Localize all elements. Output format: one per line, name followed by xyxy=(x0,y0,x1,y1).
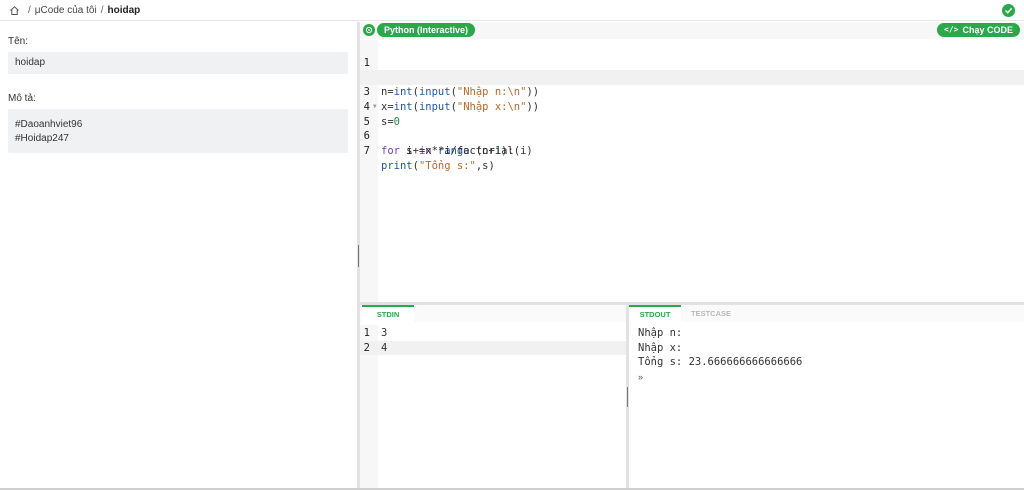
breadcrumb-item-my-code[interactable]: μCode của tôi xyxy=(35,5,97,16)
stdout-line: Tổng s: 23.666666666666666 xyxy=(638,356,803,369)
resize-grip[interactable] xyxy=(627,387,628,407)
home-icon[interactable] xyxy=(9,5,20,16)
code-text: print("Tổng s:",s) xyxy=(381,159,495,172)
run-code-button[interactable]: </> Chạy CODE xyxy=(937,23,1020,37)
check-circle-icon xyxy=(1002,4,1015,17)
code-line[interactable]: 7 print("Tổng s:",s) xyxy=(360,129,1024,172)
breadcrumb-current: hoidap xyxy=(107,4,141,16)
language-selector[interactable]: Python (Interactive) xyxy=(363,23,476,37)
project-info-panel: Tên: hoidap Mô tả: #Daoanhviet96 #Hoidap… xyxy=(0,22,357,490)
stdin-value: 3 xyxy=(381,327,388,339)
code-line[interactable]: 4 s=0 xyxy=(360,85,1024,128)
line-number: 7 xyxy=(363,144,370,157)
output-tabs: STDOUT TESTCASE xyxy=(629,305,1024,322)
editor-toolbar: Python (Interactive) </> Chạy CODE xyxy=(360,22,1024,39)
breadcrumb-separator: / xyxy=(100,4,104,16)
code-line[interactable]: 3 x=int(input("Nhập x:\n")) xyxy=(360,70,1024,113)
code-line[interactable]: 1 from math import factorial xyxy=(360,41,1024,84)
name-field[interactable]: hoidap xyxy=(8,52,348,74)
code-line[interactable]: 2 n=int(input("Nhập n:\n")) xyxy=(360,56,1024,98)
description-label: Mô tả: xyxy=(8,93,36,104)
code-icon: </> xyxy=(944,25,959,34)
breadcrumb-separator: / xyxy=(28,4,31,16)
code-line[interactable]: 5 ▼ for i in range (n+1): xyxy=(360,100,1024,157)
stdout-line: Nhập x: xyxy=(638,341,683,354)
stdin-panel[interactable]: STDIN 1 3 2 4 xyxy=(360,305,626,490)
description-line: #Hoidap247 xyxy=(15,133,69,144)
stdin-tabs: STDIN xyxy=(360,305,626,322)
stdin-line[interactable]: 2 4 xyxy=(360,340,626,355)
resize-grip[interactable] xyxy=(358,245,359,267)
tab-stdin[interactable]: STDIN xyxy=(362,305,414,322)
settings-gear-icon[interactable] xyxy=(363,24,375,36)
line-number: 1 xyxy=(363,327,370,339)
breadcrumb: / μCode của tôi / hoidap xyxy=(0,0,1024,21)
tab-testcase[interactable]: TESTCASE xyxy=(681,305,741,322)
run-code-label: Chạy CODE xyxy=(962,25,1013,35)
stdout-panel: STDOUT TESTCASE Nhập n: Nhập x: Tổng s: … xyxy=(629,305,1024,490)
description-field[interactable]: #Daoanhviet96 #Hoidap247 xyxy=(8,109,348,153)
name-label: Tên: xyxy=(8,36,29,47)
stdout-line: Nhập n: xyxy=(638,327,683,339)
tab-stdout[interactable]: STDOUT xyxy=(629,305,681,322)
code-editor[interactable]: 1 from math import factorial 2 n=int(inp… xyxy=(360,40,1024,302)
description-line: #Daoanhviet96 xyxy=(15,119,83,130)
code-line[interactable]: 6 s+=x**i/factorial(i) xyxy=(360,115,1024,157)
code-text: s+=x**i/factorial(i) xyxy=(381,144,533,157)
line-number: 2 xyxy=(363,341,370,354)
fold-arrow-icon[interactable]: ▼ xyxy=(373,100,377,115)
language-badge[interactable]: Python (Interactive) xyxy=(377,23,476,37)
stdin-value: 4 xyxy=(381,341,388,354)
stdin-line[interactable]: 1 3 xyxy=(360,326,626,341)
console-prompt[interactable]: » xyxy=(638,372,643,382)
